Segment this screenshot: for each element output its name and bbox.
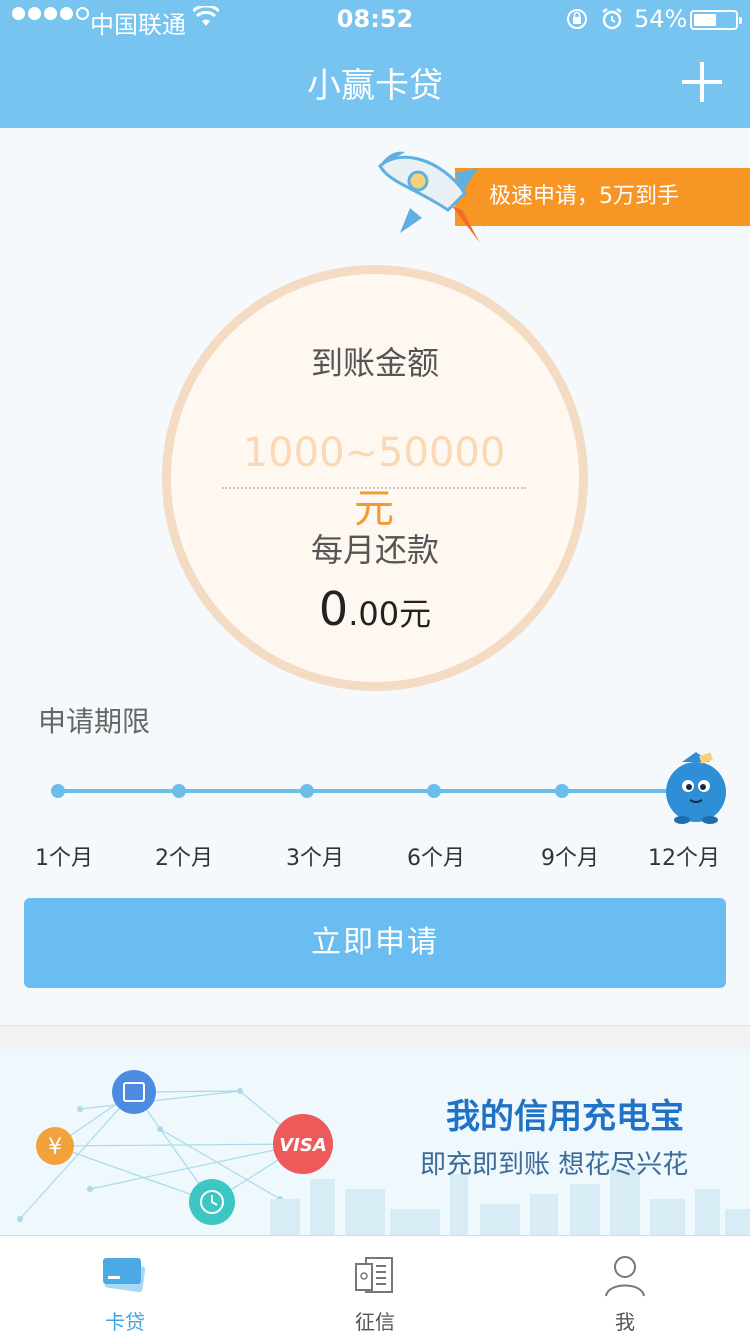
rocket-icon [378, 151, 488, 243]
period-node-3[interactable] [300, 784, 314, 798]
tab-card-loan[interactable]: 卡贷 [0, 1236, 250, 1334]
status-bar: 中国联通 08:52 54% [0, 0, 750, 40]
tab-bar: 卡贷 征信 我 [0, 1235, 750, 1334]
period-option[interactable]: 6个月 [407, 840, 465, 872]
tab-me[interactable]: 我 [500, 1236, 750, 1334]
slider-handle-mascot-icon[interactable] [662, 748, 730, 824]
period-node-6[interactable] [427, 784, 441, 798]
monthly-decimal: .00 [348, 595, 400, 633]
period-node-1[interactable] [51, 784, 65, 798]
period-node-9[interactable] [555, 784, 569, 798]
period-slider-track[interactable] [58, 789, 708, 793]
tab-credit-report[interactable]: 征信 [250, 1236, 500, 1334]
credit-report-icon [355, 1257, 393, 1293]
visa-icon: VISA [279, 1135, 327, 1156]
amount-underline [222, 487, 526, 489]
yen-icon: ¥ [48, 1135, 62, 1160]
apply-button[interactable]: 立即申请 [24, 898, 726, 988]
battery-percent: 54% [634, 5, 688, 33]
amount-label: 到账金额 [310, 344, 439, 382]
page-title: 小赢卡贷 [307, 66, 443, 106]
period-option[interactable]: 9个月 [541, 840, 599, 872]
ad-subtitle: 即充即到账 想花尽兴花 [420, 1150, 689, 1180]
period-label: 申请期限 [38, 705, 151, 738]
section-divider [0, 1025, 750, 1049]
period-node-2[interactable] [172, 784, 186, 798]
amount-placeholder: 1000~50000 [242, 430, 506, 476]
period-option[interactable]: 2个月 [155, 840, 213, 872]
credit-ad-banner[interactable]: ¥ VISA 我的信用充电宝 即充即到账 想花尽兴花 [0, 1049, 750, 1235]
monthly-unit: 元 [399, 595, 432, 633]
period-option[interactable]: 3个月 [286, 840, 344, 872]
monthly-integer: 0 [318, 582, 349, 636]
amount-input[interactable]: 1000~50000 元 [222, 430, 526, 534]
period-option[interactable]: 12个月 [648, 840, 720, 872]
user-icon [605, 1256, 645, 1297]
period-option[interactable]: 1个月 [35, 840, 93, 872]
header-bar: 中国联通 08:52 54% 小赢卡贷 [0, 0, 750, 128]
rotation-lock-icon [567, 9, 587, 29]
monthly-repayment-label: 每月还款 [310, 531, 439, 569]
card-icon [103, 1258, 146, 1293]
add-button[interactable] [682, 62, 722, 102]
tab-label: 征信 [355, 1310, 395, 1334]
battery-icon [690, 10, 742, 30]
alarm-icon [602, 8, 622, 30]
tab-label: 卡贷 [105, 1310, 145, 1334]
ad-title: 我的信用充电宝 [446, 1097, 684, 1137]
promo-banner[interactable]: 极速申请，5万到手 [455, 168, 750, 226]
monthly-repayment-value: 0.00元 [0, 582, 750, 636]
tab-label: 我 [615, 1310, 635, 1334]
